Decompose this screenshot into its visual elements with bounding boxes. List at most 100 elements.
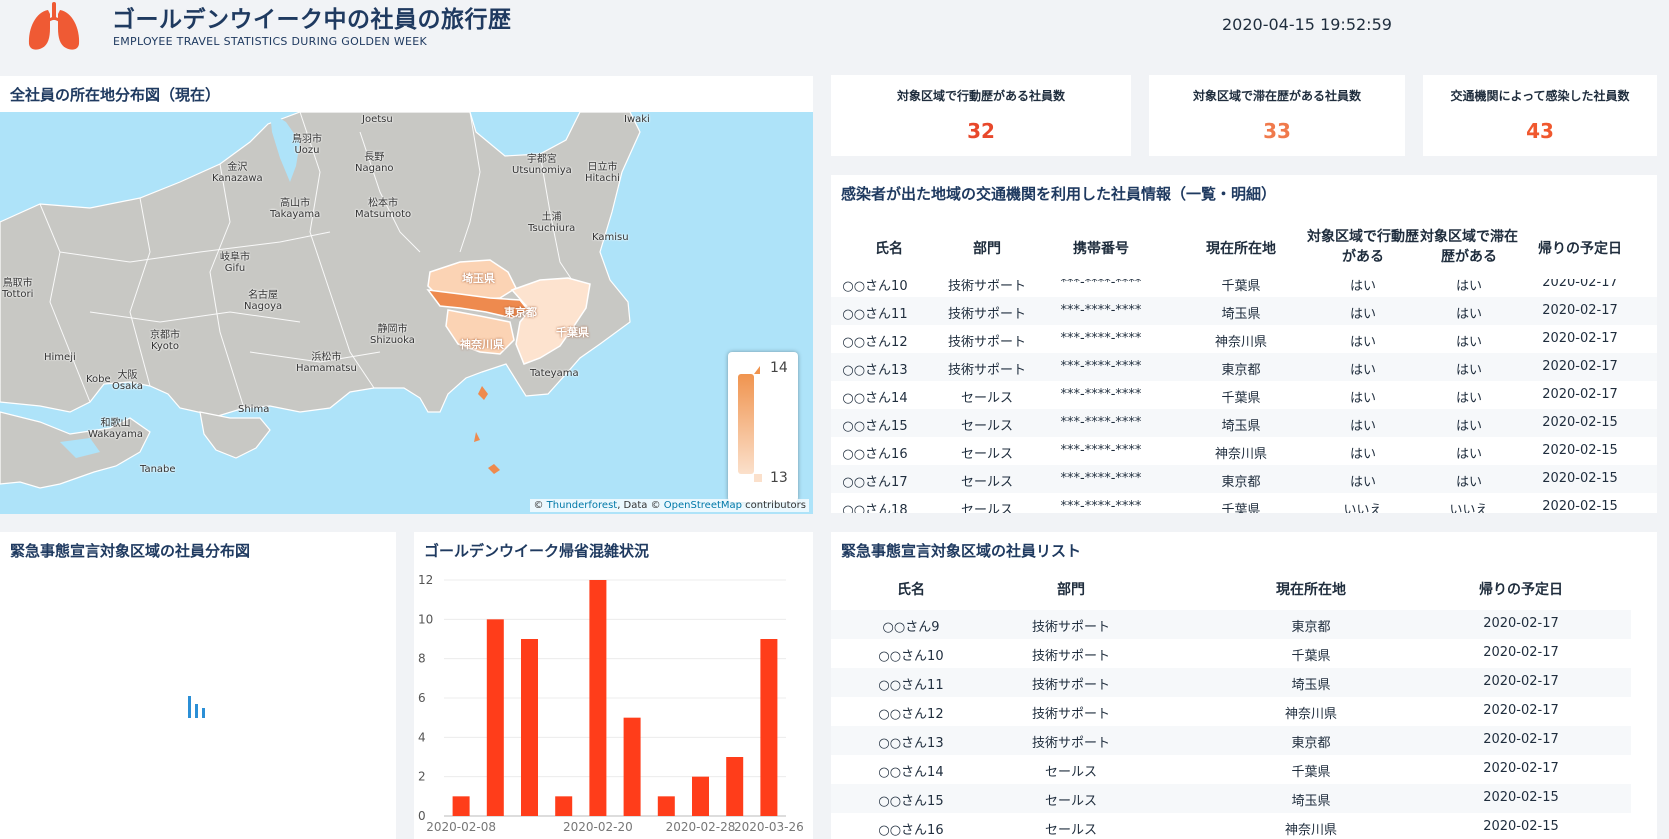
column-header[interactable]: 現在所在地 <box>1171 239 1311 259</box>
lungs-icon <box>28 2 80 50</box>
table-cell: セールス <box>1044 794 1097 809</box>
table-cell: 技術サポート <box>1031 620 1110 635</box>
stat-value: 33 <box>1263 119 1291 143</box>
column-header[interactable]: 帰りの予定日 <box>1411 579 1631 599</box>
table-cell: 技術サポート <box>947 335 1026 350</box>
table-cell: ○○さん14 <box>842 391 908 406</box>
table-row[interactable]: ○○さん13 技術サポート ***-****-**** 東京都 はい はい 2020-02-… <box>831 353 1657 381</box>
table-row[interactable]: ○○さん11 技術サポート ***-****-**** 埼玉県 はい はい 2020-02-… <box>831 297 1657 325</box>
table-cell: ***-****-**** <box>1060 303 1142 318</box>
column-header[interactable]: 対象区域で行動歴がある <box>1307 227 1419 267</box>
table-cell: はい <box>1349 279 1376 294</box>
table-cell: 技術サポート <box>947 279 1026 294</box>
table-cell: ○○さん12 <box>878 707 944 722</box>
table-row[interactable]: ○○さん12 技術サポート ***-****-**** 神奈川県 はい はい 2020-02… <box>831 325 1657 353</box>
table-cell: 2020-02-15 <box>1542 415 1618 430</box>
table-cell: ○○さん16 <box>878 823 944 838</box>
table-row[interactable]: ○○さん11 技術サポート 埼玉県 2020-02-17 <box>831 668 1631 697</box>
table-row[interactable]: ○○さん13 技術サポート 東京都 2020-02-17 <box>831 726 1631 755</box>
table-cell: 2020-02-17 <box>1483 732 1559 747</box>
map-city-label: Tateyama <box>530 368 579 379</box>
legend-max-handle[interactable] <box>754 366 760 374</box>
openstreetmap-link[interactable]: OpenStreetMap <box>664 500 742 511</box>
table-row[interactable]: ○○さん16 セールス 神奈川県 2020-02-15 <box>831 813 1631 839</box>
table-row[interactable]: ○○さん9 技術サポート 東京都 2020-02-17 <box>831 610 1631 639</box>
table-cell: 2020-02-17 <box>1483 616 1559 631</box>
table-cell: ***-****-**** <box>1060 331 1142 346</box>
table-cell: 神奈川県 <box>1284 823 1337 838</box>
table-cell: はい <box>1455 391 1482 406</box>
column-header[interactable]: 携帯番号 <box>1041 239 1161 259</box>
table-cell: 千葉県 <box>1221 279 1261 294</box>
column-header[interactable]: 氏名 <box>831 579 991 599</box>
table-row[interactable]: ○○さん15 セールス ***-****-**** 埼玉県 はい はい 2020-02-15 <box>831 409 1657 437</box>
map-city-label: 日立市 Hitachi <box>585 162 620 184</box>
table-cell: はい <box>1455 363 1482 378</box>
table-cell: はい <box>1349 363 1376 378</box>
current-datetime: 2020-04-15 19:52:59 <box>1222 15 1392 34</box>
table-cell: ○○さん12 <box>842 335 908 350</box>
stat-value: 43 <box>1526 119 1554 143</box>
table-row[interactable]: ○○さん18 セールス ***-****-**** 千葉県 いいえ いいえ 2020-02-… <box>831 493 1657 513</box>
column-header[interactable]: 部門 <box>991 579 1151 599</box>
table-cell: セールス <box>960 475 1013 490</box>
map-city-label: 鳥羽市 Uozu <box>292 134 322 156</box>
table-cell: 技術サポート <box>1031 736 1110 751</box>
map-city-label: 名古屋 Nagoya <box>244 290 283 312</box>
location-map-panel: 全社員の所在地分布図（現在） Joetsu Iwaki 鳥羽市 Uozu 長野 … <box>0 76 813 514</box>
table-cell: はい <box>1455 307 1482 322</box>
column-header[interactable]: 対象区域で滞在歴がある <box>1419 227 1519 267</box>
table-row[interactable]: ○○さん15 セールス 埼玉県 2020-02-15 <box>831 784 1631 813</box>
table-cell: セールス <box>1044 765 1097 780</box>
stat-card-transport: 交通機関によって感染した社員数 43 <box>1423 75 1657 156</box>
table-cell: セールス <box>960 391 1013 406</box>
column-header[interactable]: 氏名 <box>849 239 929 259</box>
map-city-label: 和歌山 Wakayama <box>88 418 144 440</box>
table-row[interactable]: ○○さん16 セールス ***-****-**** 神奈川県 はい はい 2020-02-1… <box>831 437 1657 465</box>
table-header: 氏名 部門 携帯番号 現在所在地 対象区域で行動歴がある 対象区域で滞在歴がある… <box>831 217 1657 279</box>
map-city-label: Himeji <box>44 352 76 363</box>
x-tick-label: 2020-03-26 <box>734 820 804 834</box>
table-cell: はい <box>1455 447 1482 462</box>
table-cell: 東京都 <box>1291 620 1331 635</box>
map-prefecture-label: 東京都 <box>504 306 537 319</box>
table-cell: 埼玉県 <box>1291 678 1331 693</box>
map-city-label: Kobe <box>86 374 111 385</box>
map-legend[interactable]: 14 13 <box>728 352 798 502</box>
map-city-label: 浜松市 Hamamatsu <box>296 352 357 374</box>
table-cell: セールス <box>960 419 1013 434</box>
table-row[interactable]: ○○さん17 セールス ***-****-**** 東京都 はい はい 2020-02-15 <box>831 465 1657 493</box>
map-view[interactable]: Joetsu Iwaki 鳥羽市 Uozu 長野 Nagano 宇都宮 Utsunom… <box>0 111 813 514</box>
chart-bar <box>760 639 778 816</box>
table-body[interactable]: ○○さん10 技術サポート ***-****-**** 千葉県 はい はい 2020-02-… <box>831 279 1657 513</box>
chart-bar <box>726 757 744 816</box>
table-cell: 技術サポート <box>947 363 1026 378</box>
thunderforest-link[interactable]: Thunderforest <box>547 500 618 511</box>
column-header[interactable]: 部門 <box>937 239 1037 259</box>
legend-gradient-bar[interactable] <box>738 374 754 474</box>
page-subtitle: EMPLOYEE TRAVEL STATISTICS DURING GOLDEN… <box>113 35 428 48</box>
chart-bar <box>692 776 709 816</box>
table-row[interactable]: ○○さん12 技術サポート 神奈川県 2020-02-17 <box>831 697 1631 726</box>
map-city-label: 大阪 Osaka <box>112 370 143 392</box>
table-row[interactable]: ○○さん14 セールス 千葉県 2020-02-17 <box>831 755 1631 784</box>
header: ゴールデンウイーク中の社員の旅行歴 EMPLOYEE TRAVEL STATIS… <box>0 0 1669 72</box>
table-cell: 技術サポート <box>1031 678 1110 693</box>
table-row[interactable]: ○○さん14 セールス ***-****-**** 千葉県 はい はい 2020-02-17 <box>831 381 1657 409</box>
table-cell: 2020-02-17 <box>1483 674 1559 689</box>
map-city-label: Kamisu <box>592 232 629 243</box>
table-row[interactable]: ○○さん10 技術サポート 千葉県 2020-02-17 <box>831 639 1631 668</box>
panel-title: 全社員の所在地分布図（現在） <box>10 86 221 104</box>
legend-min-handle[interactable] <box>754 474 762 482</box>
table-cell: ○○さん16 <box>842 447 908 462</box>
table-cell: ○○さん11 <box>878 678 944 693</box>
column-header[interactable]: 現在所在地 <box>1211 579 1411 599</box>
y-tick-label: 0 <box>418 809 426 823</box>
table-header: 氏名 部門 現在所在地 帰りの予定日 <box>831 576 1657 606</box>
column-header[interactable]: 帰りの予定日 <box>1519 239 1641 259</box>
table-row[interactable]: ○○さん10 技術サポート ***-****-**** 千葉県 はい はい 2020-02-… <box>831 279 1657 297</box>
table-cell: 2020-02-17 <box>1483 645 1559 660</box>
congestion-bar-chart: 0 2 4 6 8 10 12 2020-02-08 2020-02-20 2020-02-282… <box>418 573 804 834</box>
map-city-label: 松本市 Matsumoto <box>355 198 412 220</box>
table-cell: ○○さん11 <box>842 307 908 322</box>
